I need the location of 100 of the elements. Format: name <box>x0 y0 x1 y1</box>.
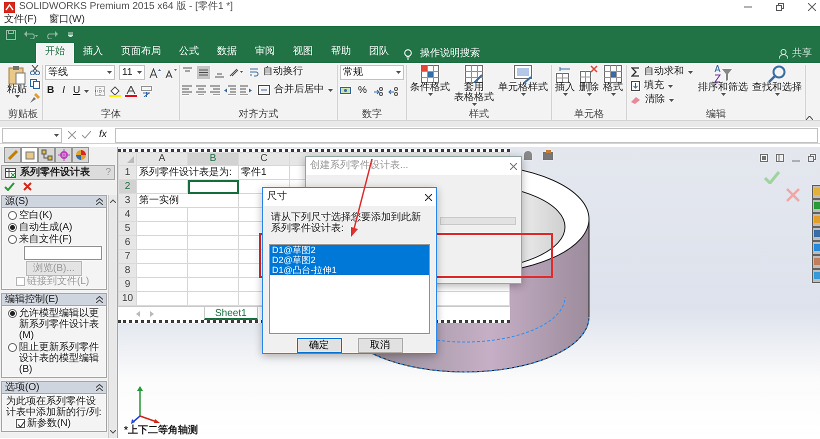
radio-label[interactable]: 来自文件(F) <box>19 234 72 245</box>
fill-button[interactable]: 填充 <box>629 79 695 93</box>
task-pane-tab-icon[interactable] <box>812 241 820 255</box>
display-style-icon[interactable] <box>522 150 534 160</box>
align-center-icon[interactable] <box>196 85 206 95</box>
task-pane-tab-icon[interactable] <box>812 199 820 213</box>
merge-center-button[interactable]: 合并后居中 <box>256 83 335 97</box>
radio-label[interactable]: 阻止更新系列零件设计表的模型编辑(B) <box>19 342 101 375</box>
cells-button[interactable]: 插入 <box>554 65 576 96</box>
radio-label[interactable]: 自动生成(A) <box>19 222 72 233</box>
italic-button[interactable]: I <box>60 84 68 98</box>
radio-button[interactable] <box>8 309 17 318</box>
caret-icon[interactable] <box>586 93 592 96</box>
redo-icon[interactable] <box>46 30 60 39</box>
phonetic-icon[interactable] <box>141 86 152 96</box>
cancel-button[interactable]: 取消 <box>358 338 402 353</box>
task-pane-tab-icon[interactable] <box>812 227 820 241</box>
radio-button[interactable] <box>8 223 17 232</box>
percent-button[interactable]: % <box>356 84 369 98</box>
caret-icon[interactable] <box>720 93 726 96</box>
increase-decimal-icon[interactable] <box>372 86 384 96</box>
collapse-chevron-icon[interactable] <box>96 198 103 205</box>
styles-button[interactable]: 套用 表格格式 <box>453 65 495 106</box>
ok-check-icon[interactable] <box>4 182 15 191</box>
borders-icon[interactable] <box>95 86 106 96</box>
ribbon-tab[interactable]: 视图 <box>284 43 322 63</box>
menu-item[interactable]: 窗口(W) <box>48 14 85 26</box>
row-header[interactable]: 9 <box>118 278 136 292</box>
caret-icon[interactable] <box>688 70 693 74</box>
row-header[interactable]: 6 <box>118 236 136 250</box>
caret-icon[interactable] <box>107 71 112 74</box>
ribbon-tab[interactable]: 帮助 <box>322 43 360 63</box>
caret-icon[interactable] <box>137 71 142 74</box>
ribbon-tab[interactable]: 团队 <box>360 43 398 63</box>
scroll-up-icon[interactable] <box>110 199 116 203</box>
row-header[interactable]: 3 <box>118 194 136 208</box>
task-pane-tab-icon[interactable] <box>812 213 820 227</box>
ribbon-tab[interactable]: 公式 <box>170 43 208 63</box>
confirm-check-icon[interactable] <box>764 171 780 184</box>
collapse-chevron-icon[interactable] <box>96 296 103 303</box>
ribbon-tab[interactable]: 插入 <box>74 43 112 63</box>
ribbon-tab[interactable]: 页面布局 <box>112 43 170 63</box>
row-header[interactable]: 10 <box>118 292 136 306</box>
tell-me-search[interactable]: 操作说明搜索 <box>398 45 486 63</box>
cells-button[interactable]: 格式 <box>602 65 624 96</box>
caret-icon[interactable] <box>774 93 780 96</box>
caret-icon[interactable] <box>520 93 526 96</box>
clear-button[interactable]: 清除 <box>629 93 695 107</box>
insert-function-button[interactable]: fx <box>97 128 109 142</box>
scissors-icon[interactable] <box>30 65 40 75</box>
radio-label[interactable]: 允许模型编辑以更新系列零件设计表(M) <box>19 308 101 341</box>
scene-icon[interactable] <box>542 150 554 160</box>
list-item[interactable]: D2@草图2 <box>270 255 429 265</box>
styles-button[interactable]: 单元格样式 <box>497 65 549 96</box>
caret-icon[interactable] <box>328 88 333 92</box>
checkbox-option[interactable]: 新参数(N) <box>2 418 106 429</box>
font-size-field[interactable]: 11 <box>119 65 145 80</box>
orientation-icon[interactable] <box>229 67 243 77</box>
decrease-decimal-icon[interactable] <box>388 86 399 96</box>
font-color-icon[interactable] <box>125 86 138 96</box>
undo-icon[interactable] <box>24 30 38 39</box>
font-name-field[interactable]: 等线 <box>45 65 115 80</box>
decrease-indent-icon[interactable] <box>224 85 236 95</box>
grow-font-icon[interactable] <box>149 68 161 78</box>
fill-color-icon[interactable] <box>109 86 122 96</box>
caret-icon[interactable] <box>84 90 90 92</box>
caret-icon[interactable] <box>54 134 59 136</box>
property-tab[interactable] <box>21 147 38 163</box>
formula-field[interactable] <box>114 128 818 142</box>
tile-view-icon[interactable] <box>760 154 768 162</box>
customize-icon[interactable] <box>68 32 73 37</box>
paste-button[interactable]: 粘贴 <box>6 65 28 98</box>
collapse-ribbon-icon[interactable] <box>806 116 813 120</box>
currency-icon[interactable] <box>340 86 352 96</box>
underline-button[interactable]: U <box>71 84 92 98</box>
editing-button[interactable]: 查找和选择 <box>751 65 803 96</box>
radio-button[interactable] <box>8 235 17 244</box>
copy-icon[interactable] <box>30 79 40 89</box>
column-header[interactable]: A <box>136 152 188 166</box>
increase-indent-icon[interactable] <box>240 85 252 95</box>
row-header[interactable]: 2 <box>118 180 136 194</box>
row-header[interactable]: 7 <box>118 250 136 264</box>
text-field[interactable] <box>440 217 516 225</box>
caret-icon[interactable] <box>562 93 568 96</box>
cancel-entry-icon[interactable] <box>68 131 76 139</box>
split-view-icon[interactable] <box>776 154 784 162</box>
row-header[interactable]: 5 <box>118 222 136 236</box>
paintbrush-icon[interactable] <box>30 93 40 103</box>
caret-icon[interactable] <box>396 71 401 74</box>
task-pane-tab-icon[interactable] <box>812 255 820 269</box>
list-item[interactable]: D1@凸台-拉伸1 <box>270 265 429 275</box>
collapse-chevron-icon[interactable] <box>96 384 103 391</box>
scrollbar[interactable] <box>108 195 117 438</box>
appearance-tab[interactable] <box>72 147 89 163</box>
restore-icon[interactable] <box>776 3 784 11</box>
align-middle-icon[interactable] <box>197 66 210 78</box>
row-header[interactable]: 4 <box>118 208 136 222</box>
share-button[interactable]: 共享 <box>771 45 820 63</box>
shrink-font-icon[interactable] <box>165 68 177 78</box>
close-icon[interactable] <box>425 194 432 200</box>
